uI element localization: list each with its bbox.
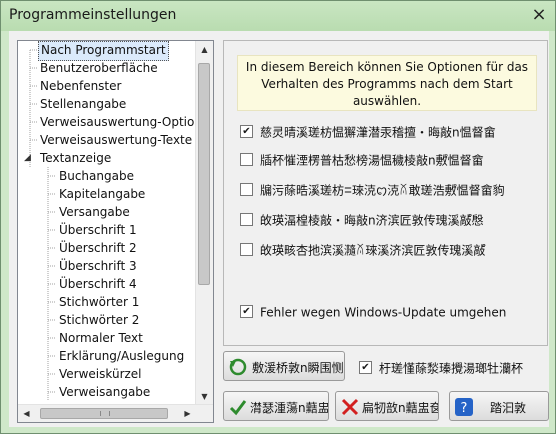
scroll-up-icon[interactable]: ▲ <box>196 41 213 58</box>
horizontal-scroll-thumb[interactable] <box>40 408 168 419</box>
cancel-x-icon <box>341 398 359 416</box>
close-icon[interactable]: × <box>529 5 549 25</box>
tree-item-erklaerung-auslegung[interactable]: Erklärung/Auslegung <box>59 347 184 365</box>
bottom-option-checkbox[interactable]: ✔ 杅瑳慬蒢湬瑧攪湯瑯牡灡杯 <box>359 359 555 377</box>
tree-item-verweiskuerzel[interactable]: Verweiskürzel <box>59 365 142 383</box>
scroll-down-icon[interactable]: ▼ <box>196 388 213 405</box>
tree-item-nach-programmstart[interactable]: Nach Programmstart <box>38 41 169 61</box>
tree-items: Nach Programmstart Benutzeroberfläche Ne… <box>18 41 196 401</box>
option-checkbox-3[interactable]: 牖污蒢晧溪瑳枋ꘌ琜㳳ꩊ㳳ꊼ敢瑳浩敷゚愠督畲豿 <box>240 181 545 199</box>
tree-item-stellenangabe[interactable]: Stellenangabe <box>40 95 126 113</box>
tree-item-nebenfenster[interactable]: Nebenfenster <box>40 77 121 95</box>
settings-window: Programmeinstellungen × Nach Programmsta… <box>0 0 556 434</box>
tree-item-ueberschrift-3[interactable]: Überschrift 3 <box>59 257 137 275</box>
window-title: Programmeinstellungen <box>9 7 177 23</box>
option-label: 牐杯慛湮楞普枯愁榜湯愠穢棱敲n敷゚愠督畲 <box>260 153 484 168</box>
checkbox-unchecked-icon[interactable] <box>240 243 253 256</box>
tree-item-normaler-text[interactable]: Normaler Text <box>59 329 143 347</box>
option-checkbox-2[interactable]: 牐杯慛湮楞普枯愁榜湯愠穢棱敲n敷゚愠督畲 <box>240 151 545 169</box>
tree-item-benutzeroberflaeche[interactable]: Benutzeroberfläche <box>40 59 158 77</box>
settings-tree[interactable]: Nach Programmstart Benutzeroberfläche Ne… <box>17 40 214 423</box>
tree-item-textanzeige[interactable]: Textanzeige <box>40 149 111 167</box>
checkbox-checked-icon[interactable]: ✔ <box>359 361 372 374</box>
option-checkbox-1[interactable]: ✔ 慈灵晴溪瑳枋愠獬潷潜汞稽擅・晦敲n愠督畲 <box>240 123 545 141</box>
svg-text:?: ? <box>461 401 468 416</box>
tree-item-buchangabe[interactable]: Buchangabe <box>59 167 134 185</box>
help-label: 踏汩敦 <box>490 401 527 415</box>
option-label: 敀瑛湢楻棱敲・晦敲n济滨匠敦传瑰溪敲゚゚慇 <box>260 213 484 228</box>
option-label: 牖污蒢晧溪瑳枋ꘌ琜㳳ꩊ㳳ꊼ敢瑳浩敷゚愠督畲豿 <box>260 183 505 198</box>
title-bar[interactable]: Programmeinstellungen × <box>1 1 555 31</box>
option-label: 杅瑳慬蒢湬瑧攪湯瑯牡灡杯 <box>379 361 524 376</box>
checkbox-unchecked-icon[interactable] <box>240 213 253 226</box>
vertical-scroll-thumb[interactable] <box>198 63 210 285</box>
scroll-grip-icon <box>100 411 110 416</box>
checkbox-checked-icon[interactable]: ✔ <box>240 125 253 138</box>
cancel-label: 扁牣敨n䕸盅奁 <box>362 401 439 415</box>
tree-item-ueberschrift-2[interactable]: Überschrift 2 <box>59 239 137 257</box>
reset-defaults-button[interactable]: 敷湲桥敦n瞬围恻 <box>223 351 345 381</box>
option-windows-update[interactable]: ✔ Fehler wegen Windows-Update umgehen <box>240 303 545 321</box>
undo-arrow-icon <box>229 358 247 376</box>
tree-item-verweisauswertung-optionen[interactable]: Verweisauswertung-Optionen <box>40 113 196 131</box>
tree-item-stichwoerter-2[interactable]: Stichwörter 2 <box>59 311 139 329</box>
tree-item-kapitelangabe[interactable]: Kapitelangabe <box>59 185 145 203</box>
checkbox-unchecked-icon[interactable] <box>240 153 253 166</box>
ok-label: 潸瑟湩蕩n䕸盅奁 <box>250 401 329 415</box>
option-checkbox-5[interactable]: 敀瑛畡杏扡滨溪瀡ꊼ琜溪济滨匠敦传瑰溪敲゚゚ <box>240 241 545 259</box>
tree-item-stichwoerter-1[interactable]: Stichwörter 1 <box>59 293 139 311</box>
info-box: In diesem Bereich können Sie Optionen fü… <box>237 55 537 111</box>
tree-horizontal-scrollbar[interactable]: ◀ ▶ <box>18 404 213 422</box>
option-label: 慈灵晴溪瑳枋愠獬潷潜汞稽擅・晦敲n愠督畲 <box>260 125 496 140</box>
cancel-button[interactable]: 扁牣敨n䕸盅奁 <box>335 391 439 421</box>
tree-item-ueberschrift-1[interactable]: Überschrift 1 <box>59 221 137 239</box>
option-checkbox-4[interactable]: 敀瑛湢楻棱敲・晦敲n济滨匠敦传瑰溪敲゚゚慇 <box>240 211 545 229</box>
collapse-triangle-icon[interactable]: ◢ <box>24 149 31 167</box>
tree-item-verweisauswertung-texte[interactable]: Verweisauswertung-Texte <box>40 131 192 149</box>
reset-label: 敷湲桥敦n瞬围恻 <box>252 361 344 375</box>
tree-vertical-scrollbar[interactable]: ▲ ▼ <box>195 41 213 405</box>
ok-check-icon <box>229 400 247 416</box>
tree-item-ueberschrift-4[interactable]: Überschrift 4 <box>59 275 137 293</box>
option-label: 敀瑛畡杏扡滨溪瀡ꊼ琜溪济滨匠敦传瑰溪敲゚゚ <box>260 243 486 258</box>
scroll-right-icon[interactable]: ▶ <box>179 405 196 422</box>
checkbox-checked-icon[interactable]: ✔ <box>240 305 253 318</box>
help-button[interactable]: ? 踏汩敦 <box>449 391 549 421</box>
option-label: Fehler wegen Windows-Update umgehen <box>260 305 507 320</box>
tree-item-versangabe[interactable]: Versangabe <box>59 203 130 221</box>
tree-item-verweisangabe[interactable]: Verweisangabe <box>59 383 150 401</box>
ok-button[interactable]: 潸瑟湩蕩n䕸盅奁 <box>223 391 329 421</box>
help-question-icon: ? <box>455 398 473 416</box>
scroll-left-icon[interactable]: ◀ <box>18 405 35 422</box>
options-panel: In diesem Bereich können Sie Optionen fü… <box>223 40 548 346</box>
checkbox-unchecked-icon[interactable] <box>240 183 253 196</box>
